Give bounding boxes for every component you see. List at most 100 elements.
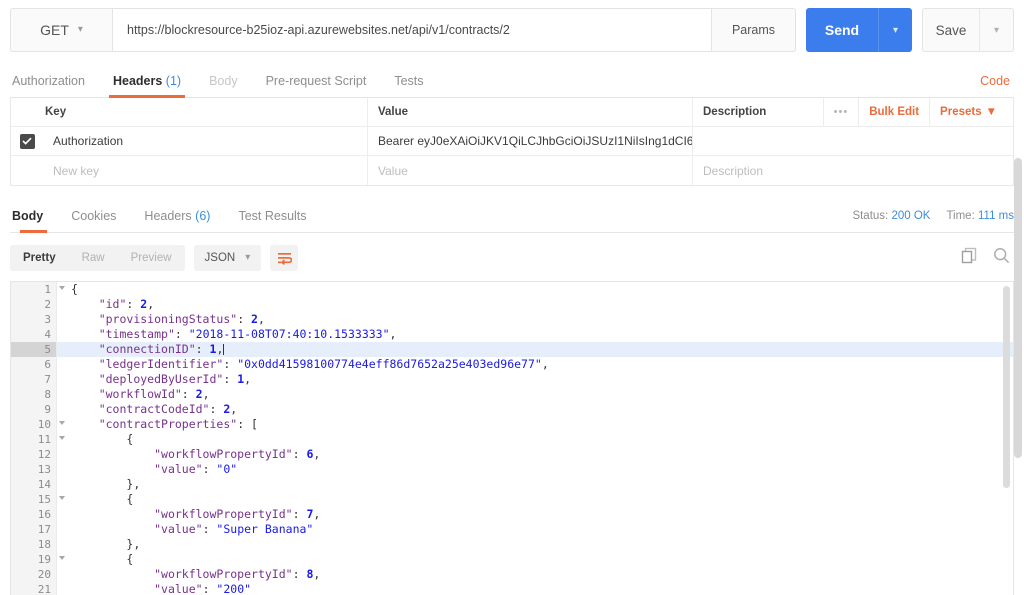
send-options-button[interactable]: ▾ (878, 8, 912, 52)
save-label: Save (935, 22, 967, 38)
code-text: { (57, 552, 1013, 567)
code-link[interactable]: Code (980, 65, 1014, 97)
response-tabs: Body Cookies Headers (6) Test Results St… (10, 199, 1014, 233)
page-scrollbar-thumb[interactable] (1014, 158, 1022, 458)
url-input[interactable]: https://blockresource-b25ioz-api.azurewe… (112, 8, 712, 52)
code-text: "workflowPropertyId": 7, (57, 507, 1013, 522)
header-value-input[interactable]: Bearer eyJ0eXAiOiJKV1QiLCJhbGciOiJSUzI1N… (368, 127, 693, 155)
line-number: 14 (11, 477, 57, 492)
save-options-button[interactable]: ▾ (979, 9, 1013, 51)
code-text: { (57, 282, 1013, 297)
chevron-down-icon: ▾ (993, 24, 1000, 36)
header-description-input[interactable] (693, 127, 1013, 155)
send-button[interactable]: Send (806, 8, 878, 52)
code-token: }, (126, 477, 141, 491)
column-header-value: Value (368, 98, 693, 126)
line-number: 1 (11, 282, 65, 297)
tab-tests[interactable]: Tests (380, 65, 437, 97)
code-token: : (237, 312, 252, 326)
line-number: 2 (11, 297, 57, 312)
code-token: , (216, 342, 224, 356)
search-button[interactable] (993, 247, 1010, 269)
code-text: "ledgerIdentifier": "0x0dd41598100774e4e… (57, 357, 1013, 372)
new-key-input[interactable]: New key (43, 156, 368, 185)
http-method-selector[interactable]: GET ▾ (10, 8, 112, 52)
more-options-icon[interactable]: ••• (822, 98, 859, 126)
line-number: 7 (11, 372, 57, 387)
format-selector[interactable]: JSON ▾ (193, 245, 262, 271)
fold-arrow-icon[interactable] (59, 436, 65, 440)
http-method-label: GET (40, 22, 69, 38)
chevron-down-icon: ▾ (245, 252, 251, 263)
line-number: 5 (11, 342, 57, 357)
tab-body[interactable]: Body (195, 65, 252, 97)
line-number: 12 (11, 447, 57, 462)
fold-arrow-icon[interactable] (59, 286, 65, 290)
code-text: "provisioningStatus": 2, (57, 312, 1013, 327)
view-mode-preview[interactable]: Preview (118, 245, 185, 271)
check-icon (22, 137, 32, 145)
bulk-edit-button[interactable]: Bulk Edit (858, 98, 929, 126)
body-toolbar-right (961, 247, 1014, 269)
line-number: 18 (11, 537, 57, 552)
code-token: : (174, 327, 189, 341)
fold-arrow-icon[interactable] (59, 556, 65, 560)
word-wrap-button[interactable] (270, 245, 299, 271)
presets-button[interactable]: Presets ▼ (929, 98, 1007, 126)
tab-authorization[interactable]: Authorization (10, 65, 99, 97)
copy-button[interactable] (961, 247, 977, 269)
presets-label: Presets (940, 106, 982, 118)
bulk-edit-label: Bulk Edit (869, 106, 920, 118)
new-description-input[interactable]: Description (693, 156, 1013, 185)
code-text: }, (57, 477, 1013, 492)
code-token: : (195, 342, 210, 356)
code-token: "contractProperties" (98, 417, 238, 431)
code-token: "200" (216, 582, 252, 595)
tab-pre-request-script[interactable]: Pre-request Script (252, 65, 381, 97)
column-header-description: Description (703, 106, 767, 118)
params-button[interactable]: Params (712, 8, 796, 52)
code-link-label: Code (980, 74, 1010, 88)
send-label: Send (824, 22, 860, 38)
status-value: 200 OK (891, 210, 931, 222)
code-token: : (292, 507, 307, 521)
time-label: Time: (946, 210, 975, 222)
response-body-editor[interactable]: 1{2 "id": 2, 3 "provisioningStatus": 2, 4 … (10, 281, 1014, 595)
tab-label: Body (12, 209, 44, 223)
tab-label: Authorization (12, 74, 85, 88)
code-token: , (541, 357, 549, 371)
tab-label: Tests (394, 74, 424, 88)
row-checkbox[interactable] (19, 133, 35, 149)
code-line: 19 { (11, 552, 1013, 567)
code-token: "contractCodeId" (98, 402, 210, 416)
code-line: 21 "value": "200" (11, 582, 1013, 595)
tab-count: (6) (195, 209, 211, 223)
code-token: , (202, 387, 210, 401)
headers-table-header-row: Key Value Description ••• Bulk Edit Pres… (11, 98, 1013, 127)
code-token: : (126, 297, 141, 311)
editor-scrollbar-thumb[interactable] (1003, 286, 1010, 488)
header-key-input[interactable]: Authorization (43, 127, 368, 155)
response-tab-body[interactable]: Body (10, 200, 57, 233)
response-tab-headers[interactable]: Headers (6) (130, 200, 224, 232)
code-text: "value": "0" (57, 462, 1013, 477)
code-line: 14 }, (11, 477, 1013, 492)
code-token: , (389, 327, 397, 341)
view-mode-raw[interactable]: Raw (69, 245, 118, 271)
code-token: "Super Banana" (216, 522, 314, 536)
code-token: , (244, 372, 252, 386)
response-tab-test-results[interactable]: Test Results (224, 200, 320, 232)
tab-headers[interactable]: Headers (1) (99, 65, 195, 98)
code-token: : (202, 462, 217, 476)
response-tab-cookies[interactable]: Cookies (57, 200, 130, 232)
fold-arrow-icon[interactable] (59, 496, 65, 500)
table-row-new: New key Value Description (11, 156, 1013, 185)
save-button[interactable]: Save (923, 9, 979, 51)
view-mode-pretty[interactable]: Pretty (10, 245, 69, 271)
new-value-input[interactable]: Value (368, 156, 693, 185)
code-text: "contractProperties": [ (57, 417, 1013, 432)
line-number: 8 (11, 387, 57, 402)
fold-arrow-icon[interactable] (59, 421, 65, 425)
view-mode-group: Pretty Raw Preview (10, 245, 185, 271)
response-meta: Status: 200 OK Time: 111 ms (852, 200, 1014, 232)
